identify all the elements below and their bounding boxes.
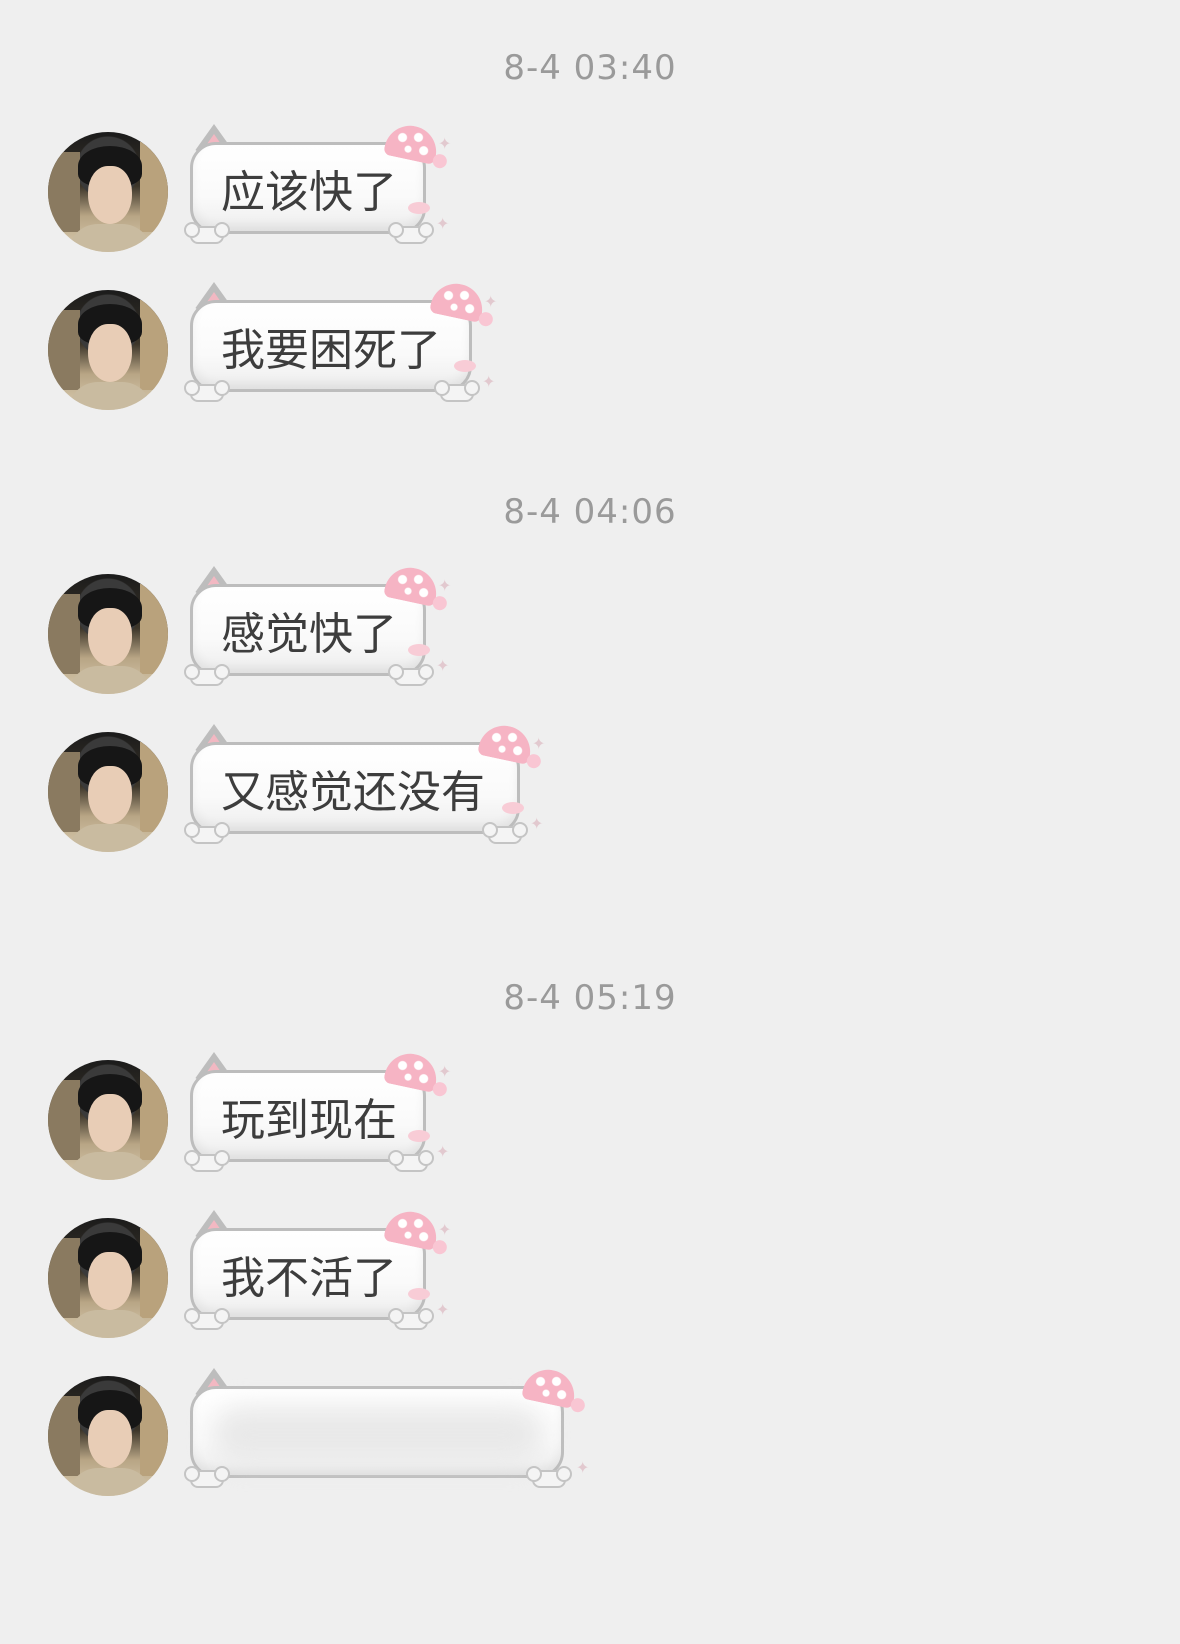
message-text: 又感觉还没有 [190,742,520,834]
timestamp: 8-4 04:06 [503,492,677,532]
message-text-blurred [190,1386,564,1478]
bone-icon [388,222,434,244]
bone-icon [184,1150,230,1172]
bone-icon [184,1466,230,1488]
blush-icon [502,802,524,814]
timestamp: 8-4 05:19 [503,978,677,1018]
bone-icon [184,380,230,402]
message-row: 应该快了 ✦ ✦ [0,120,1180,254]
message-row: 感觉快了 ✦ ✦ [0,562,1180,696]
sparkle-icon: ✦ [438,1220,452,1239]
blush-icon [408,644,430,656]
bone-icon [388,1150,434,1172]
message-text: 我要困死了 [190,300,472,392]
bone-icon [184,1308,230,1330]
sparkle-icon: ✦ [530,814,544,833]
blur-overlay [213,1407,543,1463]
sparkle-icon: ✦ [484,292,498,311]
sparkle-icon: ✦ [532,734,546,753]
avatar[interactable] [48,1060,168,1180]
bone-icon [184,664,230,686]
blush-icon [408,202,430,214]
message-row: 又感觉还没有 ✦ ✦ [0,720,1180,854]
sparkle-icon: ✦ [436,214,450,233]
blush-icon [454,360,476,372]
sparkle-icon: ✦ [436,1300,450,1319]
avatar[interactable] [48,1218,168,1338]
message-row: 我要困死了 ✦ ✦ [0,278,1180,412]
message-row: 我不活了 ✦ ✦ [0,1206,1180,1340]
sparkle-icon: ✦ [438,576,452,595]
sparkle-icon: ✦ [436,656,450,675]
avatar[interactable] [48,1376,168,1496]
bone-icon [434,380,480,402]
avatar[interactable] [48,732,168,852]
bone-icon [184,822,230,844]
blush-icon [408,1288,430,1300]
sparkle-icon: ✦ [438,1062,452,1081]
sparkle-icon: ✦ [438,134,452,153]
bone-icon [184,222,230,244]
bone-icon [388,664,434,686]
sparkle-icon: ✦ [482,372,496,391]
sparkle-icon: ✦ [576,1458,590,1477]
message-row: 玩到现在 ✦ ✦ [0,1048,1180,1182]
avatar[interactable] [48,290,168,410]
timestamp: 8-4 03:40 [503,48,677,88]
avatar[interactable] [48,574,168,694]
message-row: ✦ [0,1364,1180,1498]
sparkle-icon: ✦ [436,1142,450,1161]
bone-icon [526,1466,572,1488]
blush-icon [408,1130,430,1142]
bone-icon [482,822,528,844]
avatar[interactable] [48,132,168,252]
bone-icon [388,1308,434,1330]
